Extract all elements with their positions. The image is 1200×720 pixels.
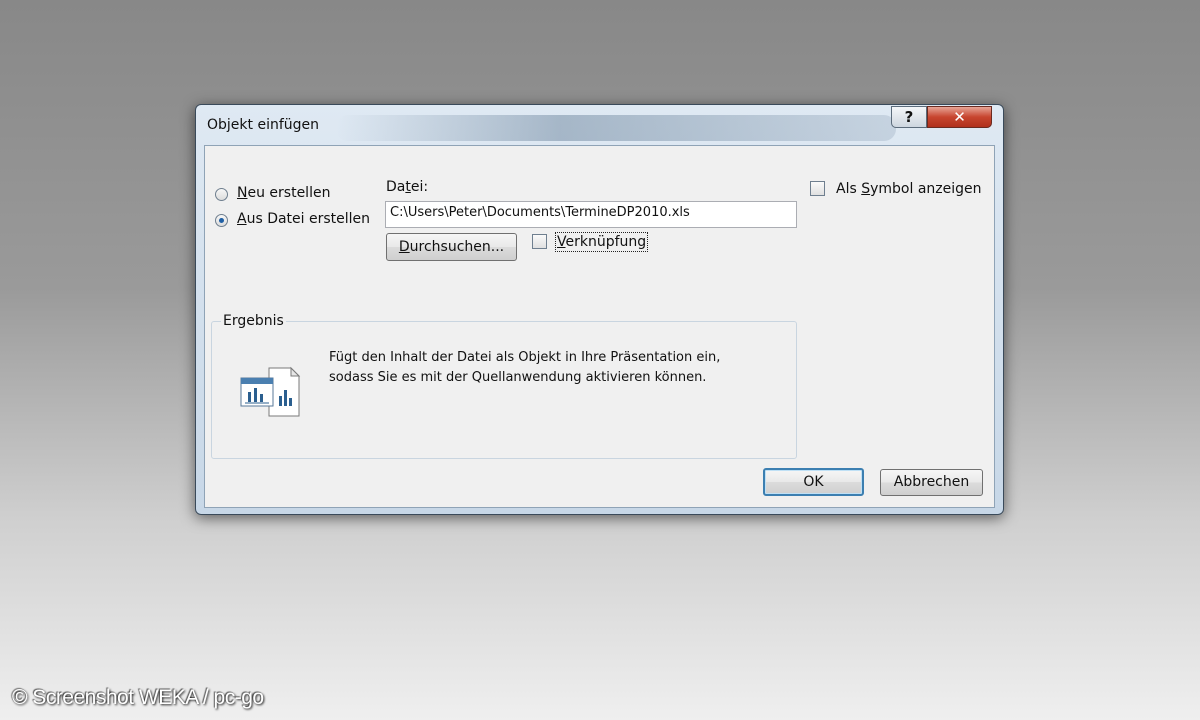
result-description-line1: Fügt den Inhalt der Datei als Objekt in … [329, 350, 721, 365]
display-as-icon-label[interactable]: Als Symbol anzeigen [836, 181, 982, 197]
radio-neu-erstellen-label[interactable]: Neu erstellen [237, 185, 330, 201]
close-icon: ✕ [953, 108, 966, 126]
dialog-title: Objekt einfügen [207, 117, 320, 133]
result-group-title: Ergebnis [221, 313, 286, 329]
close-button[interactable]: ✕ [927, 106, 992, 128]
result-description-line2: sodass Sie es mit der Quellanwendung akt… [329, 370, 707, 385]
file-path-input[interactable]: C:\Users\Peter\Documents\TermineDP2010.x… [385, 201, 797, 228]
link-checkbox-label[interactable]: Verknüpfung [554, 232, 649, 252]
help-icon: ? [904, 108, 914, 126]
result-description: Fügt den Inhalt der Datei als Objekt in … [329, 348, 720, 388]
watermark: © Screenshot WEKA / pc-go [12, 686, 264, 709]
insert-object-dialog: Objekt einfügen ? ✕ Neu erstellen Aus Da… [195, 104, 1004, 515]
title-bar[interactable]: Objekt einfügen ? ✕ [196, 105, 1003, 145]
help-button[interactable]: ? [891, 106, 927, 128]
file-label: Datei: [386, 179, 429, 195]
display-as-icon-checkbox[interactable] [810, 181, 825, 196]
radio-aus-datei-erstellen[interactable] [215, 214, 228, 227]
dialog-body: Neu erstellen Aus Datei erstellen Datei:… [204, 145, 995, 508]
cancel-button[interactable]: Abbrechen [880, 469, 983, 496]
embedded-chart-object-icon [240, 366, 301, 417]
title-bar-glow [336, 115, 896, 141]
radio-aus-datei-erstellen-label[interactable]: Aus Datei erstellen [237, 211, 370, 227]
browse-button[interactable]: Durchsuchen... [386, 233, 517, 261]
link-checkbox[interactable] [532, 234, 547, 249]
ok-button[interactable]: OK [763, 468, 864, 496]
radio-neu-erstellen[interactable] [215, 188, 228, 201]
